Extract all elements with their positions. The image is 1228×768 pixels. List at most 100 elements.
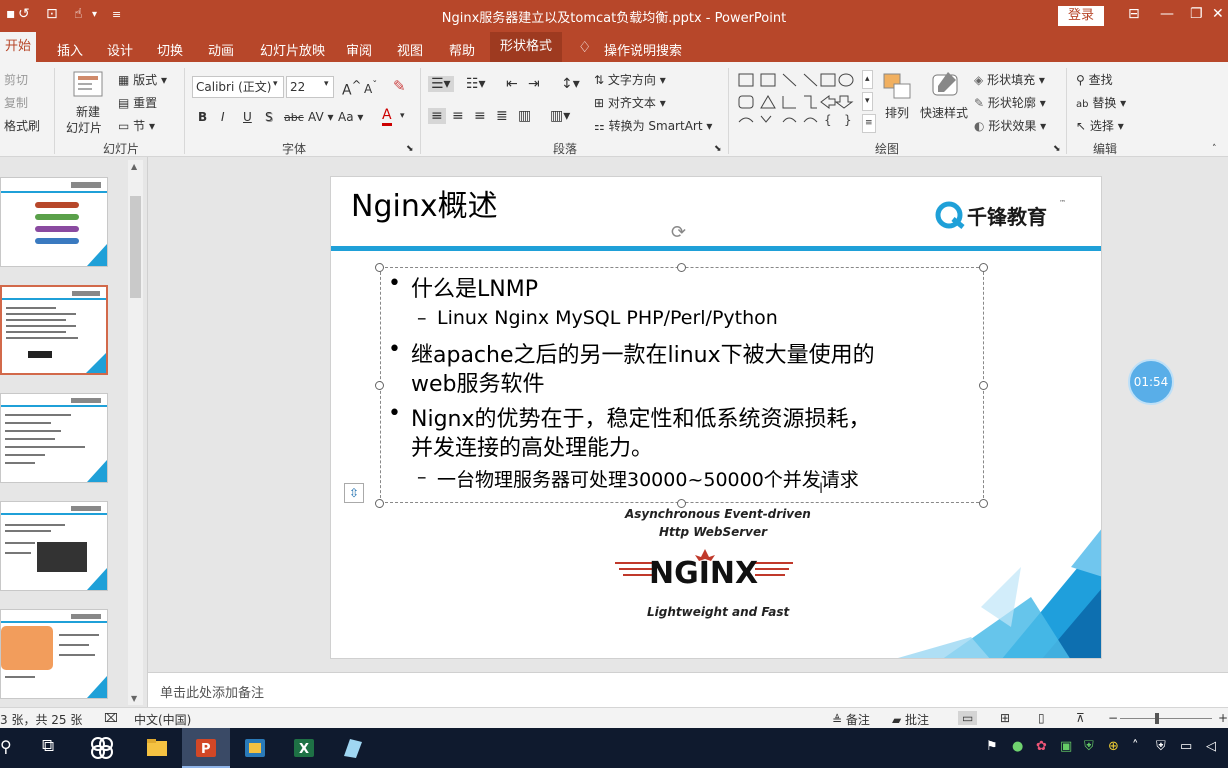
copy-button[interactable]: 复制 xyxy=(4,94,28,111)
zoom-out-icon[interactable]: − xyxy=(1108,711,1118,725)
pinwheel-app-icon[interactable] xyxy=(90,736,114,760)
section-button[interactable]: ▭ 节 ▾ xyxy=(118,117,155,134)
character-spacing-button[interactable]: AV ▾ xyxy=(308,110,334,124)
tab-design[interactable]: 设计 xyxy=(107,40,133,59)
shadow-button[interactable]: S xyxy=(265,110,273,124)
volume-icon[interactable]: ◁ xyxy=(1206,739,1216,754)
slide-thumbnail-3[interactable] xyxy=(0,393,108,483)
slide-sorter-icon[interactable]: ⊞ xyxy=(1000,711,1010,725)
tab-review[interactable]: 审阅 xyxy=(346,40,372,59)
notes-toggle-button[interactable]: ≜ 备注 xyxy=(832,711,870,728)
spell-check-icon[interactable]: ⌧ xyxy=(104,711,118,725)
language-indicator[interactable]: 中文(中国) xyxy=(134,711,191,728)
align-text-button[interactable]: ⊞ 对齐文本 ▾ xyxy=(594,94,666,111)
distribute-icon[interactable]: ▥ xyxy=(518,108,531,124)
tray-chevron-icon[interactable]: ˄ xyxy=(1132,739,1139,754)
arrange-icon[interactable] xyxy=(882,72,912,102)
tray-security-icon[interactable]: ⛨ xyxy=(1156,739,1166,754)
reset-button[interactable]: ▤ 重置 xyxy=(118,94,157,111)
close-icon[interactable]: ✕ xyxy=(1212,6,1224,22)
font-name-field[interactable]: Calibri (正文) xyxy=(192,76,284,98)
resize-handle[interactable] xyxy=(979,499,988,508)
font-color-button[interactable]: A xyxy=(382,108,392,126)
tab-home[interactable]: 开始 xyxy=(0,32,36,62)
ribbon-display-icon[interactable]: ⊟ xyxy=(1128,6,1140,22)
tab-help[interactable]: 帮助 xyxy=(449,40,475,59)
new-slide-label-1[interactable]: 新建 xyxy=(76,103,100,120)
slideshow-view-icon[interactable]: ⊼ xyxy=(1076,711,1085,725)
italic-button[interactable]: I xyxy=(221,110,225,124)
excel-icon[interactable]: X xyxy=(292,736,316,760)
tray-app-icon[interactable]: ⊕ xyxy=(1108,739,1119,754)
cut-button[interactable]: 剪切 xyxy=(4,71,28,88)
align-left-icon[interactable]: ≡ xyxy=(428,108,446,124)
notes-placeholder[interactable]: 单击此处添加备注 xyxy=(160,682,264,701)
zoom-slider[interactable] xyxy=(1120,718,1212,719)
notes-pane[interactable]: 单击此处添加备注 xyxy=(148,672,1228,707)
find-button[interactable]: ⚲ 查找 xyxy=(1076,71,1113,88)
scroll-up-icon[interactable]: ▲ xyxy=(131,162,137,171)
new-slide-icon[interactable] xyxy=(72,70,106,100)
slide-thumbnail-4[interactable] xyxy=(0,501,108,591)
replace-button[interactable]: ab 替换 ▾ xyxy=(1076,94,1126,111)
network-icon[interactable]: ▭ xyxy=(1180,739,1192,754)
layout-button[interactable]: ▦ 版式 ▾ xyxy=(118,71,167,88)
tab-shape-format[interactable]: 形状格式 xyxy=(490,32,562,62)
shapes-more-icon[interactable]: ≡ xyxy=(862,114,876,133)
increase-indent-icon[interactable]: ⇥ xyxy=(528,76,540,92)
justify-icon[interactable]: ≣ xyxy=(496,108,508,124)
reading-view-icon[interactable]: ▯ xyxy=(1038,711,1045,725)
comments-button[interactable]: ▰ 批注 xyxy=(892,711,929,728)
slide-thumbnail-5[interactable] xyxy=(0,609,108,699)
search-icon[interactable]: ⚲ xyxy=(0,737,12,756)
arrange-label[interactable]: 排列 xyxy=(885,104,909,121)
font-name-dropdown-icon[interactable]: ▾ xyxy=(273,79,278,89)
new-slide-label-2[interactable]: 幻灯片 xyxy=(66,119,102,136)
smartart-button[interactable]: ⚏ 转换为 SmartArt ▾ xyxy=(594,117,712,134)
select-button[interactable]: ↖ 选择 ▾ xyxy=(1076,117,1124,134)
shape-fill-button[interactable]: ◈ 形状填充 ▾ xyxy=(974,71,1045,88)
zoom-slider-thumb[interactable] xyxy=(1155,713,1159,724)
tab-transitions[interactable]: 切换 xyxy=(157,40,183,59)
tray-app-icon[interactable]: ▣ xyxy=(1060,739,1072,754)
font-dialog-launcher-icon[interactable]: ⬊ xyxy=(406,144,414,154)
quick-styles-icon[interactable] xyxy=(930,70,960,102)
autofit-options-icon[interactable]: ⇳ xyxy=(344,483,364,503)
app-window-icon[interactable] xyxy=(243,736,267,760)
scrollbar-thumb[interactable] xyxy=(130,196,141,298)
slide-thumbnail-1[interactable] xyxy=(0,177,108,267)
zoom-in-icon[interactable]: + xyxy=(1218,711,1228,725)
collapse-ribbon-icon[interactable]: ˄ xyxy=(1212,144,1217,154)
shape-outline-button[interactable]: ✎ 形状轮廓 ▾ xyxy=(974,94,1046,111)
tray-flag-icon[interactable]: ⚑ xyxy=(986,739,998,754)
tray-shield-icon[interactable]: ⛨ xyxy=(1084,739,1094,754)
shapes-scroll-down-icon[interactable]: ▾ xyxy=(862,92,873,111)
resize-handle[interactable] xyxy=(979,381,988,390)
shape-effects-button[interactable]: ◐ 形状效果 ▾ xyxy=(974,117,1046,134)
resize-handle[interactable] xyxy=(375,263,384,272)
line-spacing-icon[interactable]: ↕▾ xyxy=(561,76,580,92)
change-case-button[interactable]: Aa ▾ xyxy=(338,110,363,124)
normal-view-icon[interactable]: ▭ xyxy=(958,711,978,725)
maximize-icon[interactable]: ❐ xyxy=(1190,6,1203,22)
tell-me-search[interactable]: 操作说明搜索 xyxy=(604,40,682,59)
bold-button[interactable]: B xyxy=(198,110,207,124)
resize-handle[interactable] xyxy=(979,263,988,272)
bullets-icon[interactable]: ☰▾ xyxy=(428,76,454,92)
rotate-handle-icon[interactable]: ⟳ xyxy=(671,222,686,243)
align-center-icon[interactable]: ≡ xyxy=(452,108,464,124)
strikethrough-button[interactable]: abc xyxy=(284,111,304,124)
login-button[interactable]: 登录 xyxy=(1058,6,1104,26)
powerpoint-taskbar-button[interactable]: P xyxy=(182,728,230,768)
columns-icon[interactable]: ▥▾ xyxy=(550,108,570,124)
minimize-icon[interactable]: — xyxy=(1160,6,1174,22)
drawing-dialog-launcher-icon[interactable]: ⬊ xyxy=(1053,144,1061,154)
slide-thumbnail-2-selected[interactable] xyxy=(0,285,108,375)
tab-insert[interactable]: 插入 xyxy=(57,40,83,59)
numbering-icon[interactable]: ☷▾ xyxy=(466,76,486,92)
tab-slideshow[interactable]: 幻灯片放映 xyxy=(260,40,325,59)
underline-button[interactable]: U xyxy=(243,110,252,124)
align-right-icon[interactable]: ≡ xyxy=(474,108,486,124)
tab-animations[interactable]: 动画 xyxy=(208,40,234,59)
tray-wechat-icon[interactable]: ● xyxy=(1012,739,1023,754)
